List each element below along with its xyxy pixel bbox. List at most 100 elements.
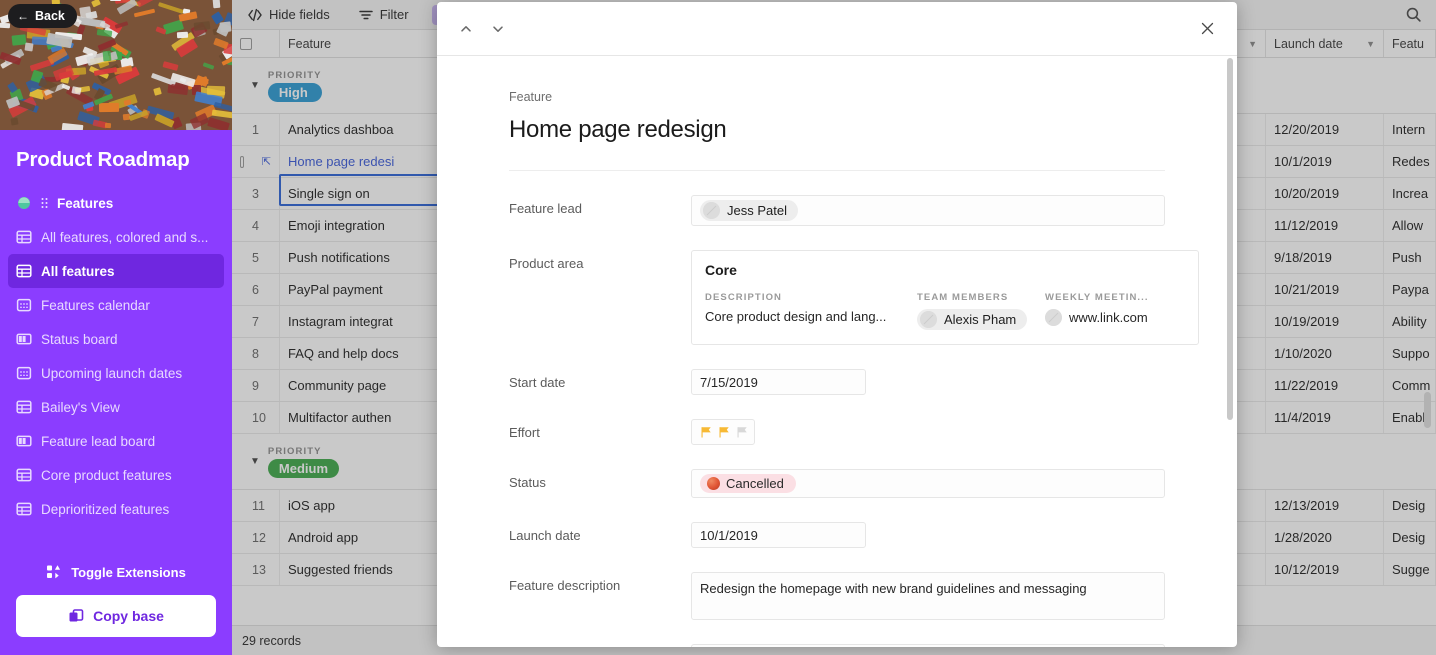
sidebar-item-label: Status board — [41, 331, 118, 347]
field-label-next-partial — [509, 644, 691, 647]
sidebar: ← Back Product Roadmap Features All feat… — [0, 0, 232, 655]
product-area-meeting-col: WEEKLY MEETIN... www.link.com — [1045, 292, 1185, 331]
effort-flag-1[interactable] — [700, 426, 713, 439]
product-area-team-kicker: TEAM MEMBERS — [917, 292, 1009, 303]
close-icon — [1201, 22, 1213, 35]
feature-lead-input[interactable]: Jess Patel — [691, 195, 1165, 226]
grid-vertical-scrollbar[interactable] — [1424, 392, 1431, 428]
calendar-icon — [16, 298, 32, 312]
launch-date-value: 10/1/2019 — [700, 527, 758, 543]
record-nav — [455, 18, 509, 40]
toggle-extensions-label: Toggle Extensions — [71, 564, 186, 580]
effort-flag-2[interactable] — [718, 426, 731, 439]
modal-scrollbar-thumb[interactable] — [1227, 58, 1233, 420]
feature-lead-value: Jess Patel — [727, 203, 787, 218]
sidebar-table-features[interactable]: Features — [8, 186, 224, 220]
field-feature-lead: Feature lead Jess Patel — [509, 195, 1165, 226]
product-area-description-value: Core product design and lang... — [705, 309, 887, 324]
effort-rating-input[interactable] — [691, 419, 755, 445]
field-next-partial — [509, 644, 1165, 647]
kanban-icon — [16, 435, 32, 447]
drag-handle-icon[interactable] — [41, 197, 48, 209]
product-area-description-kicker: DESCRIPTION — [705, 292, 783, 303]
effort-flags[interactable] — [700, 426, 749, 439]
chevron-down-icon — [493, 25, 503, 32]
product-area-meeting-value[interactable]: www.link.com — [1069, 310, 1148, 325]
grid-icon — [16, 264, 32, 278]
start-date-input[interactable]: 7/15/2019 — [691, 369, 866, 395]
team-member-name: Alexis Pham — [944, 312, 1017, 327]
grid-icon — [16, 468, 32, 482]
copy-base-label: Copy base — [93, 608, 164, 624]
next-field-input[interactable] — [691, 644, 1165, 647]
field-label-feature-description: Feature description — [509, 578, 621, 593]
field-label-status: Status — [509, 475, 546, 490]
view-list: Features All features, colored and s... A… — [0, 186, 232, 549]
next-record-button[interactable] — [487, 18, 509, 40]
arrow-left-icon: ← — [17, 9, 29, 23]
base-title: Product Roadmap — [16, 148, 190, 171]
field-start-date: Start date 7/15/2019 — [509, 369, 1165, 395]
modal-header — [437, 2, 1237, 56]
product-area-description-col: DESCRIPTION Core product design and lang… — [705, 292, 917, 331]
sidebar-item-upcoming-launch-dates[interactable]: Upcoming launch dates — [8, 356, 224, 390]
sidebar-item-status-board[interactable]: Status board — [8, 322, 224, 356]
avatar — [920, 311, 937, 328]
field-label-product-area: Product area — [509, 256, 584, 271]
sidebar-item-label: Feature lead board — [41, 433, 156, 449]
toggle-extensions-button[interactable]: Toggle Extensions — [16, 557, 216, 587]
product-area-team-col: TEAM MEMBERS Alexis Pham — [917, 292, 1045, 331]
sidebar-item-deprioritized-features[interactable]: Deprioritized features — [8, 492, 224, 526]
sidebar-item-feature-lead-board[interactable]: Feature lead board — [8, 424, 224, 458]
sidebar-item-all-features[interactable]: All features — [8, 254, 224, 288]
modal-scrollbar-track[interactable] — [1227, 56, 1235, 647]
copy-base-button[interactable]: Copy base — [16, 595, 216, 637]
grid-icon — [16, 400, 32, 414]
record-detail-modal: Feature Home page redesign Feature lead — [437, 2, 1237, 647]
back-button-label: Back — [35, 9, 65, 23]
product-area-linked-record[interactable]: Core DESCRIPTION Core product design and… — [691, 250, 1199, 345]
modal-body: Feature Home page redesign Feature lead — [437, 56, 1237, 647]
app-root: ← Back Product Roadmap Features All feat… — [0, 0, 1436, 655]
team-member-chip[interactable]: Alexis Pham — [917, 309, 1028, 330]
sidebar-item-all-features-colored-and-s[interactable]: All features, colored and s... — [8, 220, 224, 254]
launch-date-input[interactable]: 10/1/2019 — [691, 522, 866, 548]
calendar-icon — [16, 366, 32, 380]
field-label-launch-date: Launch date — [509, 528, 581, 543]
grid-icon — [16, 230, 32, 244]
field-label-effort: Effort — [509, 425, 540, 440]
copy-icon — [69, 609, 84, 622]
sidebar-item-label: Bailey's View — [41, 399, 120, 415]
feature-description-textarea[interactable]: Redesign the homepage with new brand gui… — [691, 572, 1165, 620]
sidebar-item-label: Core product features — [41, 467, 172, 483]
grid-icon — [16, 502, 32, 516]
sidebar-footer: Toggle Extensions Copy base — [0, 549, 232, 655]
table-sphere-icon — [18, 197, 30, 209]
sidebar-item-core-product-features[interactable]: Core product features — [8, 458, 224, 492]
field-launch-date: Launch date 10/1/2019 — [509, 522, 1165, 548]
back-button[interactable]: ← Back — [8, 4, 77, 28]
sidebar-item-label: Deprioritized features — [41, 501, 170, 517]
status-badge: Cancelled — [700, 474, 796, 493]
sidebar-item-label: All features, colored and s... — [41, 229, 209, 245]
close-button[interactable] — [1195, 17, 1219, 41]
status-select[interactable]: Cancelled — [691, 469, 1165, 498]
chevron-up-icon — [461, 25, 471, 32]
sidebar-item-features-calendar[interactable]: Features calendar — [8, 288, 224, 322]
sidebar-item-label: Features calendar — [41, 297, 150, 313]
base-cover-image: ← Back — [0, 0, 232, 130]
effort-flag-3[interactable] — [736, 426, 749, 439]
sidebar-item-bailey-s-view[interactable]: Bailey's View — [8, 390, 224, 424]
avatar — [703, 202, 720, 219]
field-label-feature-lead: Feature lead — [509, 201, 582, 216]
sidebar-item-label: Upcoming launch dates — [41, 365, 183, 381]
product-area-title: Core — [705, 262, 737, 278]
field-label-start-date: Start date — [509, 375, 566, 390]
record-title[interactable]: Home page redesign — [509, 116, 1165, 144]
field-effort: Effort — [509, 419, 1165, 445]
collaborator-chip[interactable]: Jess Patel — [700, 200, 798, 221]
record-type-label: Feature — [509, 90, 553, 104]
previous-record-button[interactable] — [455, 18, 477, 40]
field-product-area: Product area Core DESCRIPTION Core produ… — [509, 250, 1199, 345]
title-divider — [509, 170, 1165, 171]
